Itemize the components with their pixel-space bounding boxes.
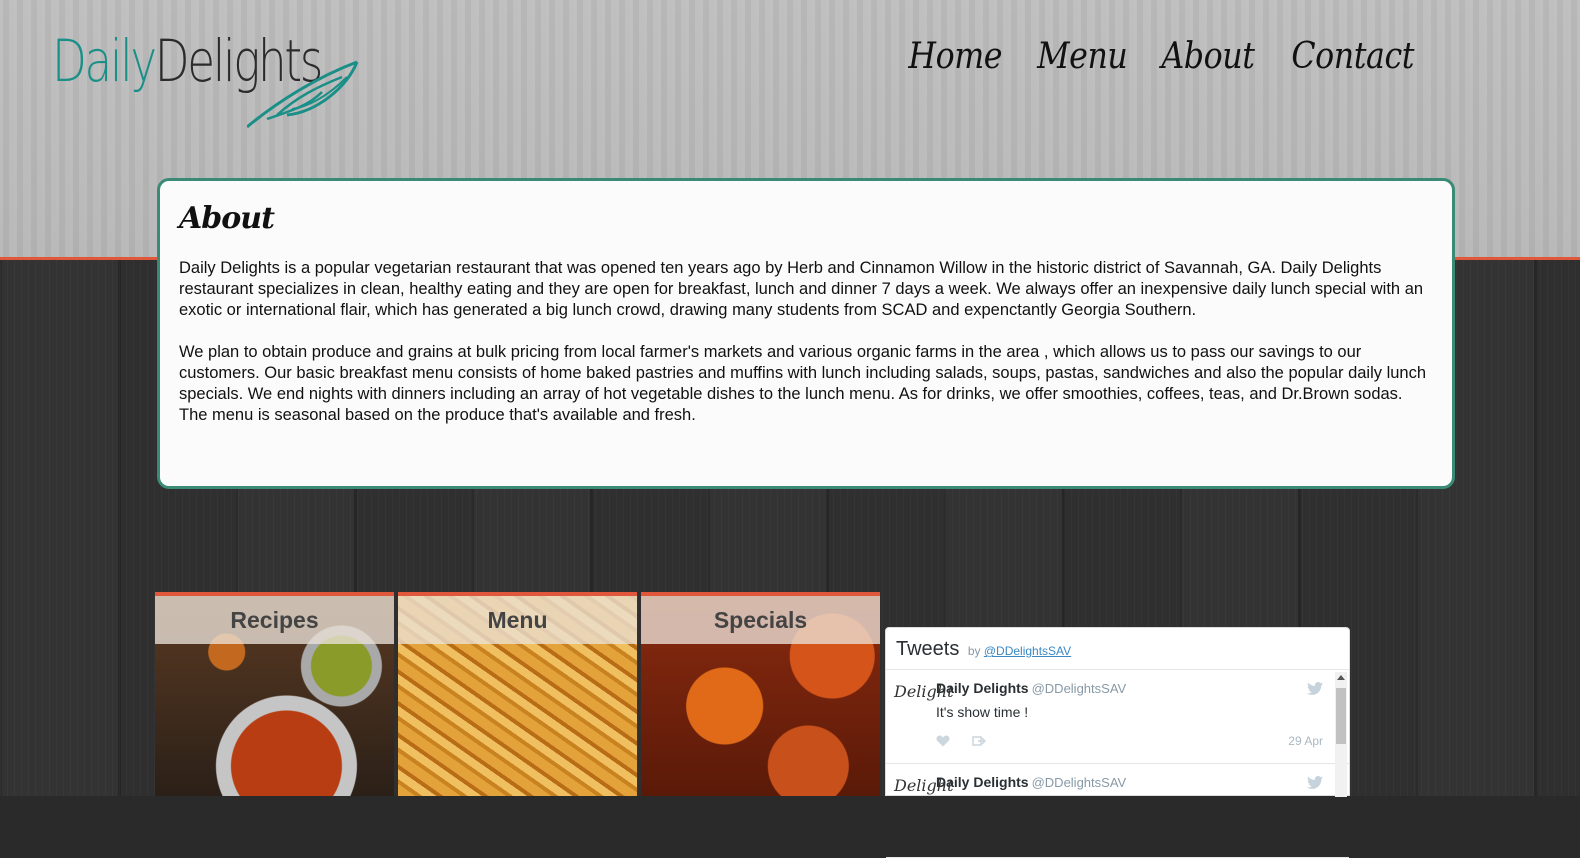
tweets-by: by @DDelightsSAV	[968, 644, 1071, 658]
nav-contact[interactable]: Contact	[1291, 36, 1414, 77]
about-title: About	[179, 201, 275, 236]
logo[interactable]: DailyDelights	[52, 32, 362, 132]
tweets-handle-link[interactable]: @DDelightsSAV	[984, 644, 1071, 658]
feature-tiles: Recipes Menu Specials	[155, 592, 880, 796]
about-panel: About Daily Delights is a popular vegeta…	[157, 178, 1455, 489]
tweet-text: It's show time !	[936, 704, 1029, 720]
about-paragraph-1: Daily Delights is a popular vegetarian r…	[179, 259, 1424, 319]
tile-menu[interactable]: Menu	[398, 592, 637, 796]
tweet-avatar[interactable]: Delight	[894, 682, 954, 701]
tweets-header: Tweets by @DDelightsSAV	[886, 628, 1349, 670]
tile-menu-label: Menu	[398, 596, 637, 644]
nav-home[interactable]: Home	[908, 36, 1002, 77]
twitter-bird-icon[interactable]	[1307, 682, 1323, 696]
scroll-up-arrow-icon[interactable]	[1337, 675, 1345, 680]
share-icon[interactable]	[972, 734, 986, 748]
leaf-icon	[247, 60, 359, 129]
tweet-date[interactable]: 29 Apr	[1288, 734, 1323, 748]
tweet-actions	[936, 734, 986, 748]
tweets-title: Tweets	[896, 638, 960, 660]
tweet-item[interactable]: Delight Daily Delights @DDelightsSAV	[886, 764, 1349, 858]
main-nav: Home Menu About Contact	[902, 36, 1422, 77]
tweet-author-handle[interactable]: @DDelightsSAV	[1032, 681, 1127, 696]
logo-daily: Daily	[52, 27, 157, 95]
tile-specials[interactable]: Specials	[641, 592, 880, 796]
about-paragraph-2: We plan to obtain produce and grains at …	[179, 343, 1427, 424]
tweets-scrollbar[interactable]	[1335, 672, 1347, 797]
tweets-by-label: by	[967, 644, 981, 658]
nav-about[interactable]: About	[1161, 36, 1255, 77]
heart-icon[interactable]	[936, 734, 950, 748]
tile-recipes-label: Recipes	[155, 596, 394, 644]
twitter-bird-icon[interactable]	[1307, 776, 1323, 790]
tile-recipes[interactable]: Recipes	[155, 592, 394, 796]
tweet-author-handle[interactable]: @DDelightsSAV	[1032, 775, 1127, 790]
nav-menu[interactable]: Menu	[1037, 36, 1128, 77]
tile-specials-label: Specials	[641, 596, 880, 644]
twitter-widget: Tweets by @DDelightsSAV Delight Daily De…	[885, 627, 1350, 858]
tweet-item[interactable]: Delight Daily Delights @DDelightsSAV It's…	[886, 670, 1349, 764]
tweet-avatar[interactable]: Delight	[894, 776, 954, 795]
scroll-thumb[interactable]	[1336, 688, 1346, 744]
